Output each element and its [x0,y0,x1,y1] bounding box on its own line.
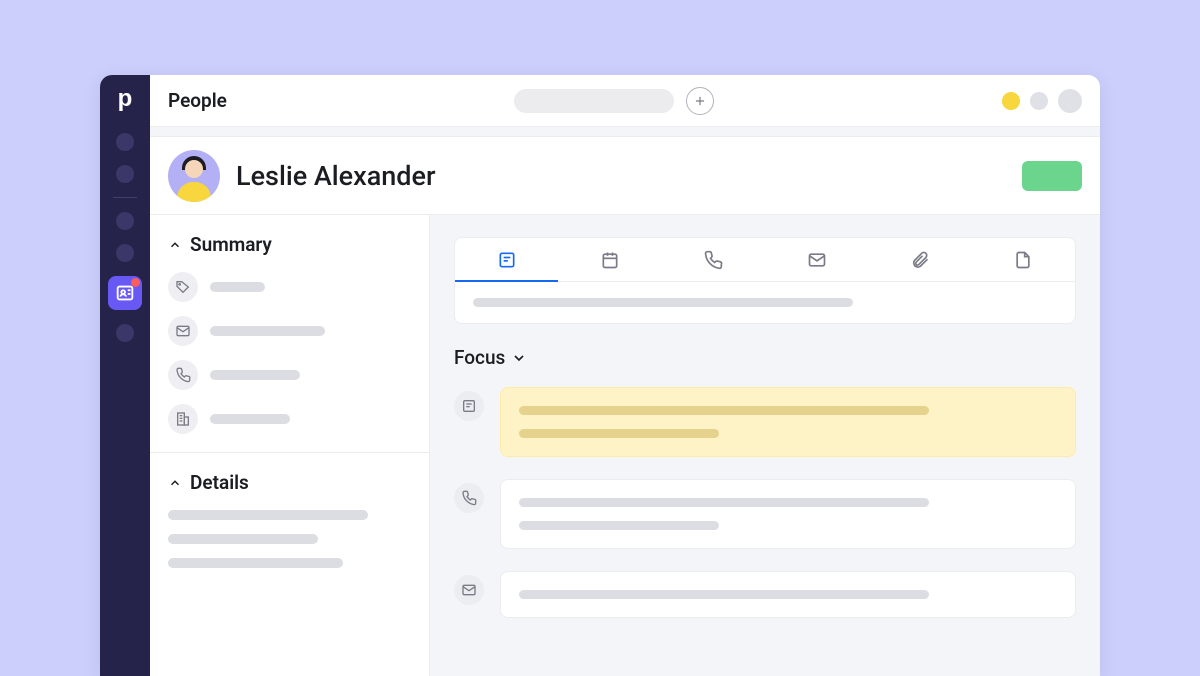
search-input[interactable] [514,89,674,113]
contact-name: Leslie Alexander [236,160,1006,192]
notifications-button[interactable] [1030,92,1048,110]
tab-file[interactable] [972,238,1075,281]
plus-icon [693,94,707,108]
primary-action-button[interactable] [1022,161,1082,191]
summary-item-tag[interactable] [168,272,411,302]
tab-body [455,282,1075,323]
focus-label: Focus [454,346,505,369]
add-button[interactable] [686,87,714,115]
details-heading[interactable]: Details [168,471,411,494]
activity-card-email[interactable] [500,571,1076,618]
page-title: People [168,89,227,112]
summary-item-phone[interactable] [168,360,411,390]
contact-avatar [168,150,220,202]
placeholder-text [210,326,325,336]
placeholder-text [168,510,368,520]
placeholder-text [519,590,929,599]
side-panel: Summary [150,215,430,676]
record-header: Leslie Alexander [150,137,1100,215]
toolbar-spacer [150,127,1100,137]
status-indicator[interactable] [1002,92,1020,110]
notification-badge [131,278,140,287]
nav-item-placeholder[interactable] [116,165,134,183]
activity-row-call [454,479,1076,549]
phone-icon [703,250,723,270]
email-icon [454,575,484,605]
nav-item-contacts[interactable] [108,276,142,310]
email-icon [807,250,827,270]
nav-item-placeholder[interactable] [116,244,134,262]
app-logo: p [118,85,133,113]
email-icon [168,316,198,346]
topbar-center [227,87,1002,115]
tab-attachment[interactable] [868,238,971,281]
placeholder-text [210,370,300,380]
placeholder-text [168,534,318,544]
tab-calendar[interactable] [558,238,661,281]
summary-item-email[interactable] [168,316,411,346]
placeholder-text [519,429,719,438]
calendar-icon [600,250,620,270]
topbar: People [150,75,1100,127]
nav-item-placeholder[interactable] [116,212,134,230]
placeholder-text [519,498,929,507]
content-area: Focus [430,215,1100,676]
details-list [168,510,411,568]
summary-list [168,272,411,434]
placeholder-text [519,406,929,415]
chevron-up-icon [168,238,182,252]
nav-item-placeholder[interactable] [116,324,134,342]
topbar-right [1002,89,1082,113]
activity-card-note[interactable] [500,387,1076,457]
placeholder-text [473,298,853,307]
note-icon [454,391,484,421]
activity-tabs-card [454,237,1076,324]
activity-row-email [454,571,1076,618]
body-row: Summary [150,215,1100,676]
activity-tab-row [455,238,1075,282]
tab-note[interactable] [455,238,558,281]
nav-divider [113,197,137,198]
tab-email[interactable] [765,238,868,281]
summary-section: Summary [150,215,429,452]
placeholder-text [210,414,290,424]
placeholder-text [210,282,265,292]
phone-icon [454,483,484,513]
file-icon [1013,250,1033,270]
building-icon [168,404,198,434]
summary-heading[interactable]: Summary [168,233,411,256]
app-window: p People [100,75,1100,676]
tab-phone[interactable] [662,238,765,281]
attachment-icon [910,250,930,270]
details-section: Details [150,452,429,586]
user-avatar[interactable] [1058,89,1082,113]
note-icon [497,250,517,270]
activity-row-note [454,387,1076,457]
tag-icon [168,272,198,302]
placeholder-text [168,558,343,568]
phone-icon [168,360,198,390]
placeholder-text [519,521,719,530]
focus-section-title[interactable]: Focus [454,346,1076,369]
summary-heading-label: Summary [190,233,272,256]
chevron-down-icon [511,350,527,366]
details-heading-label: Details [190,471,249,494]
activity-card-call[interactable] [500,479,1076,549]
nav-item-placeholder[interactable] [116,133,134,151]
main-column: People Leslie Alexander [150,75,1100,676]
nav-rail: p [100,75,150,676]
summary-item-company[interactable] [168,404,411,434]
chevron-up-icon [168,476,182,490]
